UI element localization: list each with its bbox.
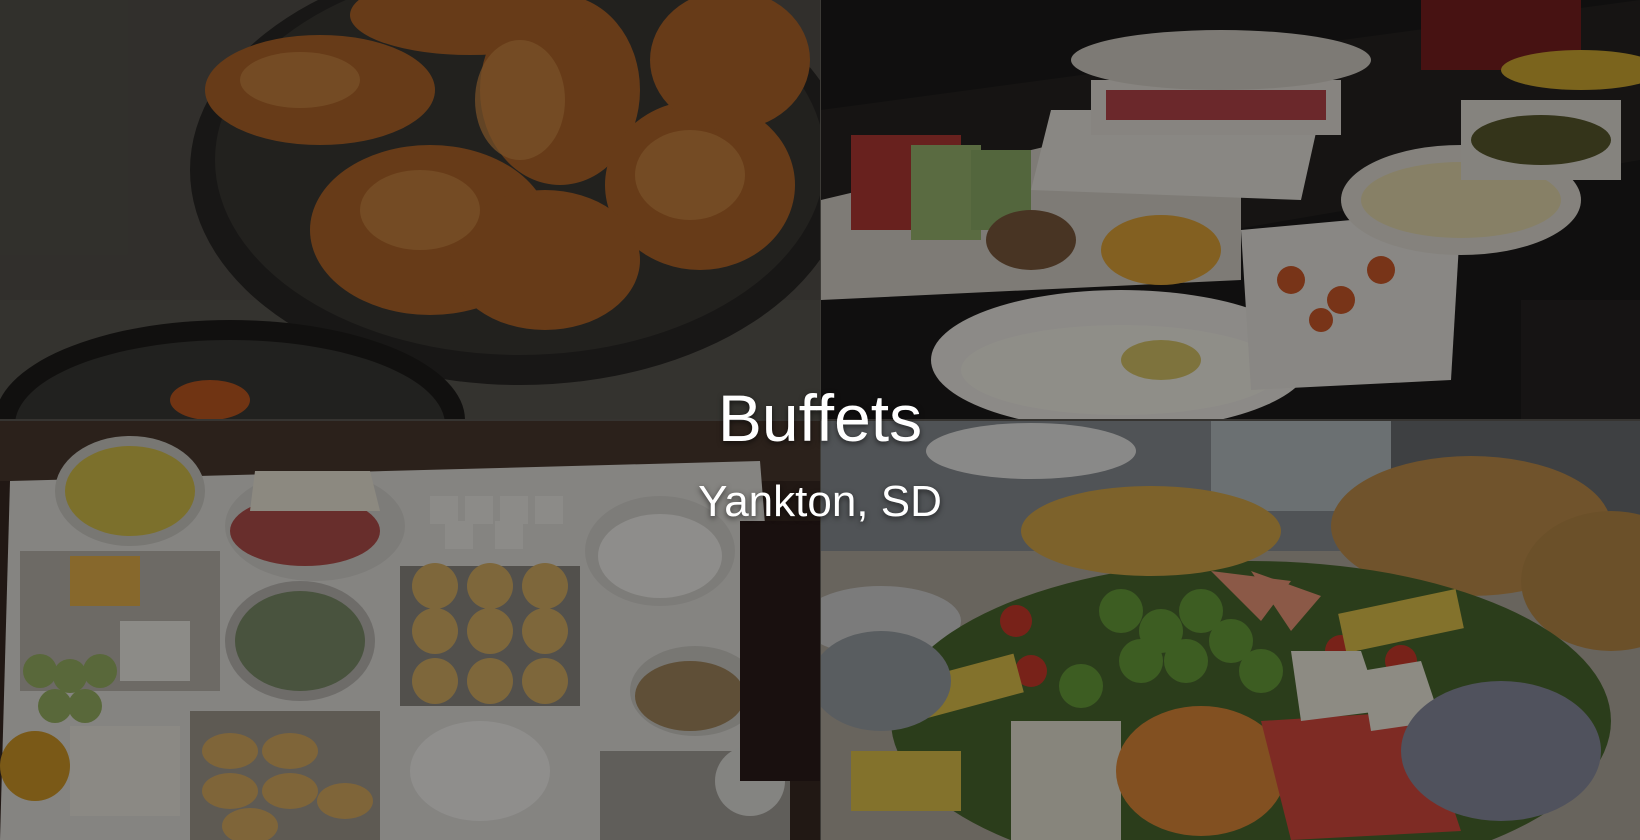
- buffet-counter-photo: [821, 0, 1640, 419]
- tile-divider-horizontal: [0, 419, 1640, 421]
- buffets-hero-banner: Buffets Yankton, SD: [0, 0, 1640, 840]
- breakfast-table-photo: [0, 421, 820, 840]
- fried-chicken-photo: [0, 0, 820, 419]
- fruit-cheese-platter-photo: [821, 421, 1640, 840]
